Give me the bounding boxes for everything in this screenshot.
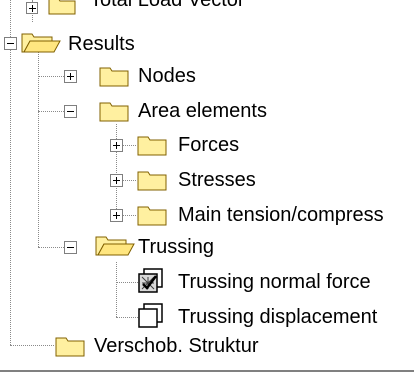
tree-line <box>116 282 138 283</box>
tree-line <box>116 124 117 215</box>
tree-item-trussing[interactable]: Trussing <box>136 235 216 259</box>
expand-toggle[interactable] <box>64 70 77 83</box>
tree-item-trussing-normal-force[interactable]: Trussing normal force <box>176 270 373 294</box>
tree-item-area-elements[interactable]: Area elements <box>136 99 269 123</box>
expand-toggle[interactable] <box>110 174 123 187</box>
unchecked-result-icon[interactable] <box>138 303 164 329</box>
expand-toggle[interactable] <box>110 139 123 152</box>
tree-line <box>38 52 39 247</box>
folder-icon <box>137 136 167 156</box>
open-folder-icon <box>95 236 135 256</box>
tree-item-stresses[interactable]: Stresses <box>176 168 258 192</box>
tree-line <box>10 345 54 346</box>
collapse-toggle[interactable] <box>64 105 77 118</box>
tree-line <box>116 262 117 317</box>
tree-item-total-load-vector[interactable]: Total Load Vector <box>88 0 247 12</box>
tree-item-results[interactable]: Results <box>66 32 137 56</box>
tree-line <box>116 317 138 318</box>
checked-result-icon[interactable] <box>138 268 164 294</box>
folder-icon <box>48 0 76 15</box>
folder-icon <box>137 171 167 191</box>
tree-item-trussing-displacement[interactable]: Trussing displacement <box>176 305 379 329</box>
folder-icon <box>55 337 85 357</box>
folder-icon <box>99 67 129 87</box>
tree-line <box>10 0 11 345</box>
collapse-toggle[interactable] <box>64 241 77 254</box>
tree-item-main-tension[interactable]: Main tension/compress <box>176 203 386 227</box>
results-tree-view: Total Load Vector Results Nodes Area ele… <box>0 0 414 372</box>
tree-item-nodes[interactable]: Nodes <box>136 64 198 88</box>
open-folder-icon <box>21 33 61 53</box>
expand-toggle[interactable] <box>110 209 123 222</box>
tree-item-verschob-struktur[interactable]: Verschob. Struktur <box>92 334 261 358</box>
expand-toggle[interactable] <box>26 2 38 14</box>
collapse-toggle[interactable] <box>4 37 17 50</box>
folder-icon <box>99 102 129 122</box>
folder-icon <box>137 206 167 226</box>
tree-item-forces[interactable]: Forces <box>176 133 241 157</box>
